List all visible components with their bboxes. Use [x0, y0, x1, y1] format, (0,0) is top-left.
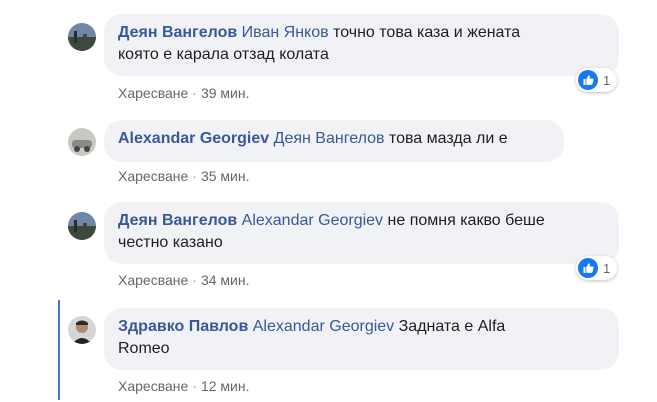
comment-mention[interactable]: Иван Янков	[242, 24, 329, 41]
comment-bubble: Деян Вангелов Alexandar Georgiev не помн…	[104, 202, 619, 264]
comment-bubble: Здравко Павлов Alexandar Georgiev Заднат…	[104, 308, 619, 370]
comment-text: не помня какво беше	[387, 212, 545, 229]
user-avatar[interactable]	[68, 23, 96, 51]
comment-text: честно казано	[118, 234, 223, 251]
like-button[interactable]: Харесване	[118, 378, 188, 394]
comment-actions: Харесване · 34 мин.	[118, 271, 249, 289]
like-button[interactable]: Харесване	[118, 272, 188, 288]
comment-timestamp[interactable]: 12 мин.	[201, 378, 250, 394]
reaction-count[interactable]: 1	[576, 256, 618, 280]
separator-dot: ·	[192, 85, 197, 101]
comment-text: която е карала отзад колата	[118, 46, 329, 63]
comment-text: това мазда ли е	[388, 130, 508, 147]
separator-dot: ·	[192, 272, 197, 288]
comment-timestamp[interactable]: 35 мин.	[201, 168, 250, 184]
car-avatar-icon	[68, 128, 96, 156]
like-button[interactable]: Харесване	[118, 168, 188, 184]
comment-author[interactable]: Деян Вангелов	[118, 212, 237, 229]
separator-dot: ·	[192, 378, 197, 394]
reaction-number: 1	[603, 72, 611, 88]
user-avatar[interactable]	[68, 128, 96, 156]
like-button[interactable]: Харесване	[118, 85, 188, 101]
comment-text: Romeo	[118, 340, 170, 357]
comment-author[interactable]: Alexandar Georgiev	[118, 130, 269, 147]
comment-mention[interactable]: Alexandar Georgiev	[253, 318, 394, 335]
landscape-avatar-icon	[68, 23, 96, 51]
comment-bubble: Деян Вангелов Иван Янков точно това каза…	[104, 14, 619, 76]
user-avatar[interactable]	[68, 316, 96, 344]
landscape-avatar-icon	[68, 212, 96, 240]
reaction-count[interactable]: 1	[576, 68, 618, 92]
reaction-number: 1	[603, 260, 611, 276]
like-thumb-icon	[578, 258, 598, 278]
comment-text: точно това каза и жената	[333, 24, 521, 41]
separator-dot: ·	[192, 168, 197, 184]
like-thumb-icon	[578, 70, 598, 90]
reply-thread-line	[58, 300, 60, 400]
comment-author[interactable]: Здравко Павлов	[118, 318, 248, 335]
comment-bubble: Alexandar Georgiev Деян Вангелов това ма…	[104, 120, 564, 162]
user-avatar[interactable]	[68, 212, 96, 240]
comment-text: Задната е Alfa	[398, 318, 506, 335]
comment-actions: Харесване · 35 мин.	[118, 167, 249, 185]
comment-timestamp[interactable]: 34 мин.	[201, 272, 250, 288]
comment-mention[interactable]: Alexandar Georgiev	[242, 212, 383, 229]
person-avatar-icon	[68, 316, 96, 344]
comment-mention[interactable]: Деян Вангелов	[274, 130, 385, 147]
comment-actions: Харесване · 12 мин.	[118, 377, 249, 395]
comment-timestamp[interactable]: 39 мин.	[201, 85, 250, 101]
comment-author[interactable]: Деян Вангелов	[118, 24, 237, 41]
comment-actions: Харесване · 39 мин.	[118, 84, 249, 102]
